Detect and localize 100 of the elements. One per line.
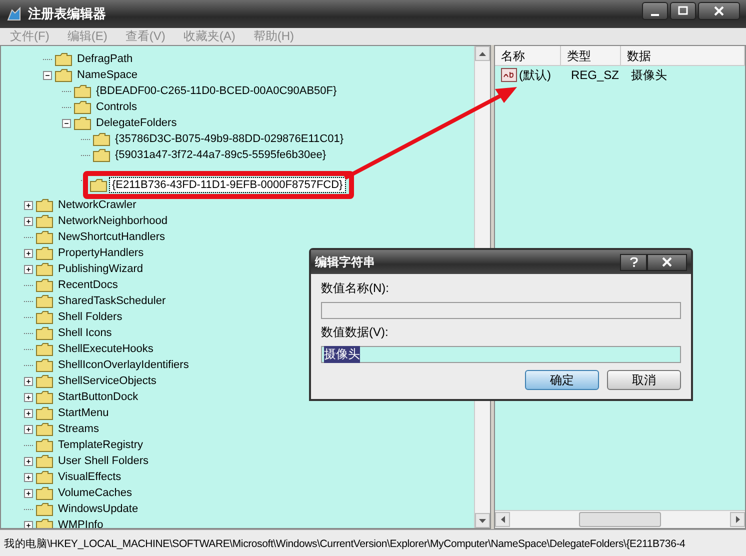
tree-item[interactable]: {E211B736-43FD-11D1-9EFB-0000F8757FCD} <box>110 178 345 192</box>
tree-item[interactable]: NewShortcutHandlers <box>56 230 167 244</box>
expand-icon[interactable] <box>24 248 33 258</box>
expand-icon[interactable] <box>24 392 33 402</box>
close-button[interactable] <box>698 2 740 20</box>
close-icon <box>714 6 724 16</box>
tree-item[interactable]: {35786D3C-B075-49b9-88DD-029876E11C01} <box>113 132 346 146</box>
folder-icon <box>36 278 53 292</box>
horizontal-scrollbar[interactable] <box>495 510 745 528</box>
folder-icon <box>36 470 53 484</box>
expand-icon[interactable] <box>24 376 33 386</box>
scroll-left-icon[interactable] <box>500 516 504 523</box>
folder-icon <box>74 100 91 114</box>
folder-icon <box>36 342 53 356</box>
folder-icon <box>55 52 72 66</box>
value-name[interactable]: (默认) <box>519 66 551 84</box>
collapse-icon[interactable] <box>62 118 71 128</box>
tree-item[interactable]: WindowsUpdate <box>56 502 140 516</box>
tree-item[interactable]: NetworkCrawler <box>56 198 138 212</box>
column-header[interactable]: 类型 <box>561 46 621 65</box>
folder-icon <box>36 326 53 340</box>
column-header[interactable]: 名称 <box>495 46 561 65</box>
tree-item[interactable]: VolumeCaches <box>56 486 134 500</box>
expand-icon[interactable] <box>24 424 33 434</box>
tree-item[interactable]: Controls <box>94 100 139 114</box>
minimize-icon <box>651 14 659 16</box>
tree-item[interactable]: PublishingWizard <box>56 262 145 276</box>
expand-icon[interactable] <box>24 408 33 418</box>
column-header[interactable]: 数据 <box>621 46 745 65</box>
tree-item[interactable]: {59031a47-3f72-44a7-89c5-5595fe6b30ee} <box>113 148 328 162</box>
folder-icon <box>55 68 72 82</box>
status-bar-path: 我的电脑\HKEY_LOCAL_MACHINE\SOFTWARE\Microsoft\Windows\CurrentVersion\Explorer\MyComputer\NameSpace\DelegateFolders\{E211B736-4 <box>4 536 686 550</box>
scroll-right-icon[interactable] <box>736 516 740 523</box>
folder-icon <box>36 374 53 388</box>
maximize-icon <box>678 6 688 16</box>
string-value-icon <box>501 68 517 82</box>
folder-icon <box>74 116 91 130</box>
tree-item[interactable]: StartMenu <box>56 406 111 420</box>
folder-icon <box>36 406 53 420</box>
value-name-label: 数值名称(N): <box>321 280 390 297</box>
tree-item[interactable]: NameSpace <box>75 68 140 82</box>
folder-icon <box>36 262 53 276</box>
registry-icon <box>6 6 22 22</box>
scroll-down-icon[interactable] <box>479 518 486 522</box>
folder-icon <box>36 390 53 404</box>
expand-icon[interactable] <box>24 264 33 274</box>
tree-item[interactable]: RecentDocs <box>56 278 120 292</box>
help-button[interactable] <box>620 254 647 270</box>
help-icon <box>630 257 638 267</box>
tree-item[interactable]: StartButtonDock <box>56 390 140 404</box>
folder-icon <box>36 486 53 500</box>
expand-icon[interactable] <box>24 200 33 210</box>
close-button[interactable] <box>647 254 687 270</box>
value-data-label: 数值数据(V): <box>321 324 390 341</box>
tree-item[interactable]: DelegateFolders <box>94 116 179 130</box>
collapse-icon[interactable] <box>43 70 52 80</box>
tree-item[interactable]: Streams <box>56 422 101 436</box>
value-data: 摄像头 <box>630 66 668 84</box>
expand-icon[interactable] <box>24 472 33 482</box>
folder-icon <box>93 132 110 146</box>
close-icon <box>662 257 672 267</box>
expand-icon[interactable] <box>24 456 33 466</box>
folder-icon <box>36 246 53 260</box>
cancel-button[interactable]: 取消 <box>607 370 681 390</box>
folder-icon <box>90 178 107 192</box>
tree-item[interactable]: NetworkNeighborhood <box>56 214 170 228</box>
expand-icon[interactable] <box>24 488 33 498</box>
dialog-title: 编辑字符串 <box>315 254 376 270</box>
tree-item[interactable]: PropertyHandlers <box>56 246 146 260</box>
tree-item[interactable]: TemplateRegistry <box>56 438 145 452</box>
folder-icon <box>36 310 53 324</box>
ok-button[interactable]: 确定 <box>525 370 599 390</box>
tree-item[interactable]: ShellIconOverlayIdentifiers <box>56 358 191 372</box>
folder-icon <box>36 214 53 228</box>
tree-item[interactable]: User Shell Folders <box>56 454 150 468</box>
expand-icon[interactable] <box>24 520 33 528</box>
value-type: REG_SZ <box>570 68 620 82</box>
tree-item[interactable]: Shell Folders <box>56 310 124 324</box>
folder-icon <box>36 502 53 516</box>
maximize-button[interactable] <box>670 2 696 20</box>
tree-item[interactable]: ShellExecuteHooks <box>56 342 156 356</box>
tree-item[interactable]: SharedTaskScheduler <box>56 294 168 308</box>
folder-icon <box>74 84 91 98</box>
tree-item[interactable]: {BDEADF00-C265-11D0-BCED-00A0C90AB50F} <box>94 84 339 98</box>
scroll-up-icon[interactable] <box>479 52 486 56</box>
tree-item[interactable]: ShellServiceObjects <box>56 374 158 388</box>
folder-icon <box>36 230 53 244</box>
window-title: 注册表编辑器 <box>28 5 107 23</box>
folder-icon <box>36 438 53 452</box>
value-data-field[interactable]: 摄像头 <box>321 346 681 363</box>
folder-icon <box>36 518 53 528</box>
value-name-field[interactable] <box>321 302 681 319</box>
expand-icon[interactable] <box>24 216 33 226</box>
folder-icon <box>36 358 53 372</box>
tree-item[interactable]: DefragPath <box>75 52 135 66</box>
folder-icon <box>36 422 53 436</box>
tree-item[interactable]: VisualEffects <box>56 470 124 484</box>
tree-item[interactable]: WMPInfo <box>56 518 106 528</box>
tree-item[interactable]: Shell Icons <box>56 326 114 340</box>
minimize-button[interactable] <box>642 2 668 20</box>
